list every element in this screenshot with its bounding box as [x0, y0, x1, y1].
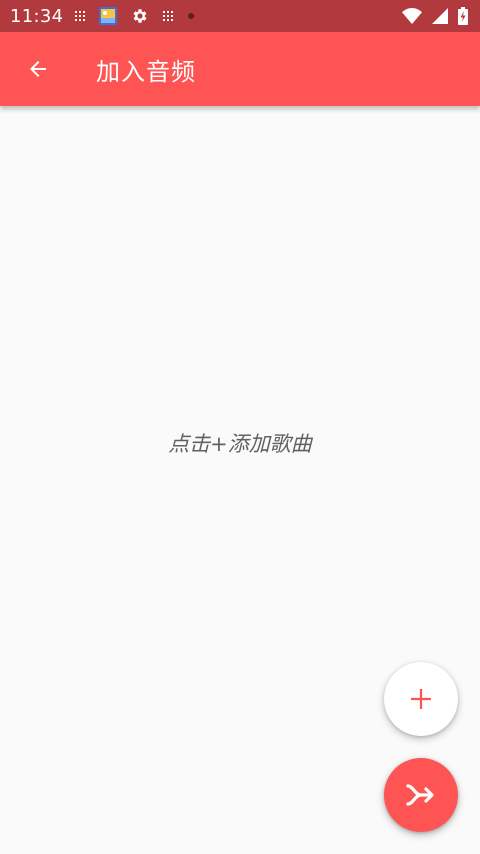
cell-signal-icon [432, 8, 448, 24]
app-bar: 加入音频 [0, 32, 480, 106]
arrow-back-icon [30, 61, 46, 77]
status-time: 11:34 [10, 5, 64, 27]
merge-arrow-icon [406, 784, 434, 806]
status-right-icons [402, 7, 468, 25]
plus-icon [411, 689, 431, 709]
wifi-icon [402, 8, 422, 24]
photo-app-icon [99, 7, 118, 25]
status-left-icons [75, 7, 195, 25]
page-title: 加入音频 [96, 57, 196, 86]
status-bar: 11:34 [0, 0, 480, 32]
empty-hint: 点击+添加歌曲 [168, 432, 312, 456]
back-button[interactable] [14, 45, 62, 93]
grid-notification-icon [75, 11, 86, 21]
gear-icon [133, 9, 147, 23]
grid-notification-icon [163, 11, 174, 21]
merge-audio-button[interactable] [384, 758, 458, 832]
dot-icon [188, 13, 195, 19]
battery-charging-icon [458, 7, 468, 25]
add-song-button[interactable] [384, 662, 458, 736]
